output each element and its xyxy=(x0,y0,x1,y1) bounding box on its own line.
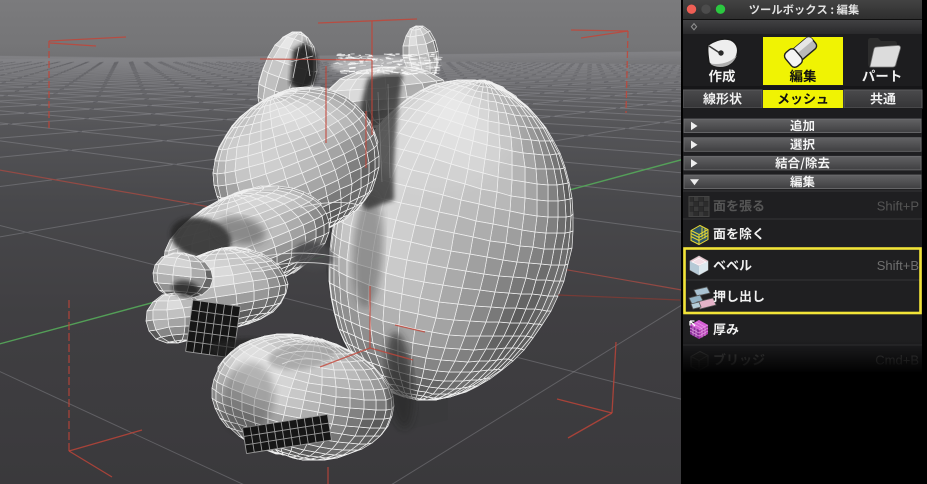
svg-text:Shift+B: Shift+B xyxy=(877,258,919,273)
svg-text:Shift+P: Shift+P xyxy=(877,199,919,214)
